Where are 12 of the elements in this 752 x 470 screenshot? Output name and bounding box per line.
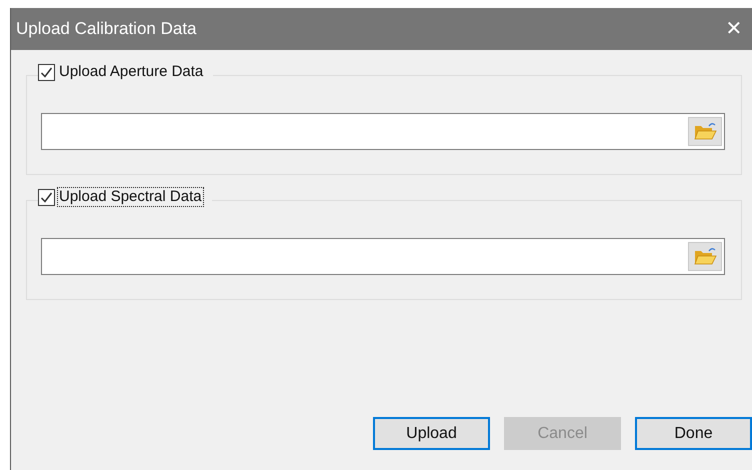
checkbox[interactable] <box>38 64 55 80</box>
checkbox[interactable] <box>38 188 55 206</box>
path-field[interactable] <box>41 113 725 150</box>
checkbox-label[interactable]: Upload Spectral Data <box>57 187 204 207</box>
dialog-button[interactable]: Done <box>635 417 752 450</box>
path-field[interactable] <box>41 238 725 275</box>
folder-icon <box>693 246 717 266</box>
window-title: Upload Calibration Data <box>16 18 196 40</box>
close-button[interactable]: ✕ <box>722 17 746 41</box>
checkbox-label[interactable]: Upload Aperture Data <box>57 62 206 82</box>
dialog-button[interactable]: Upload <box>373 417 490 450</box>
folder-icon <box>693 122 717 142</box>
